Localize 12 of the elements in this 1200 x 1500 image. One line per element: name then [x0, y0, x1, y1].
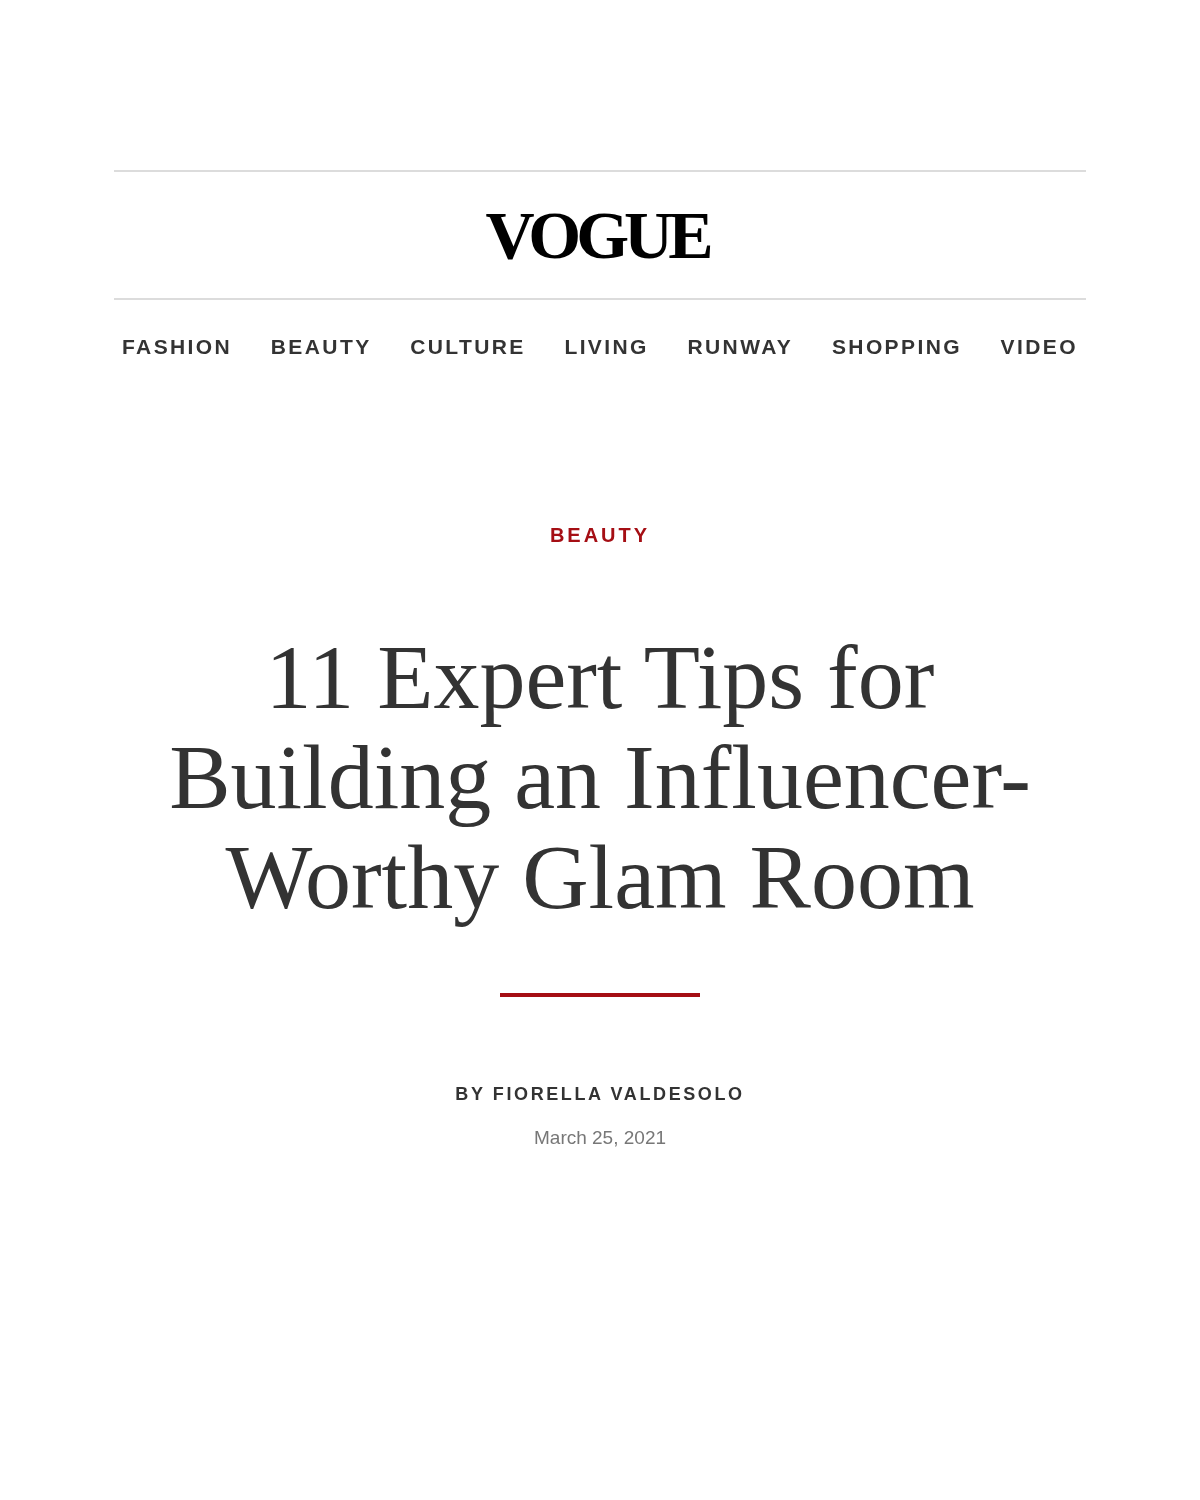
nav-link[interactable]: CULTURE [410, 334, 526, 360]
nav-link[interactable]: LIVING [564, 334, 649, 360]
site-logo[interactable]: VOGUE [485, 201, 715, 269]
author-byline: BY FIORELLA VALDESOLO [455, 1084, 745, 1106]
article-title: 11 Expert Tips for Building an Influencer-Worthy Glam Room [168, 627, 1032, 928]
category-link[interactable]: BEAUTY [549, 523, 651, 548]
nav-link[interactable]: RUNWAY [687, 334, 794, 360]
nav-link[interactable]: FASHION [122, 334, 233, 360]
nav-link[interactable]: BEAUTY [270, 334, 372, 360]
publish-date: March 25, 2021 [534, 1126, 666, 1150]
nav-link[interactable]: VIDEO [1000, 334, 1078, 360]
nav-link[interactable]: SHOPPING [831, 334, 962, 360]
